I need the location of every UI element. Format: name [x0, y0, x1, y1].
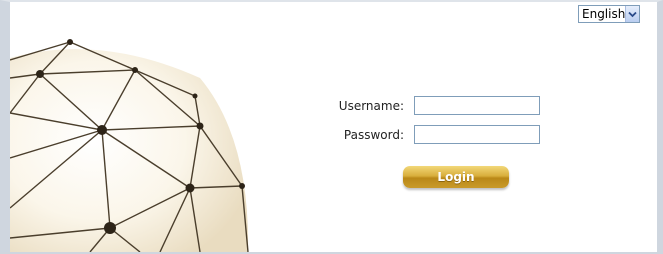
geodesic-globe-graphic	[10, 39, 249, 252]
password-label: Password:	[343, 128, 404, 142]
language-selected-value: English	[582, 7, 626, 21]
username-input[interactable]	[414, 96, 540, 115]
login-button-label: Login	[437, 170, 475, 184]
username-label: Username:	[338, 99, 404, 113]
login-button[interactable]: Login	[403, 166, 509, 188]
chevron-down-icon[interactable]	[625, 6, 639, 22]
password-input[interactable]	[414, 125, 540, 144]
language-select[interactable]: English	[578, 5, 640, 23]
